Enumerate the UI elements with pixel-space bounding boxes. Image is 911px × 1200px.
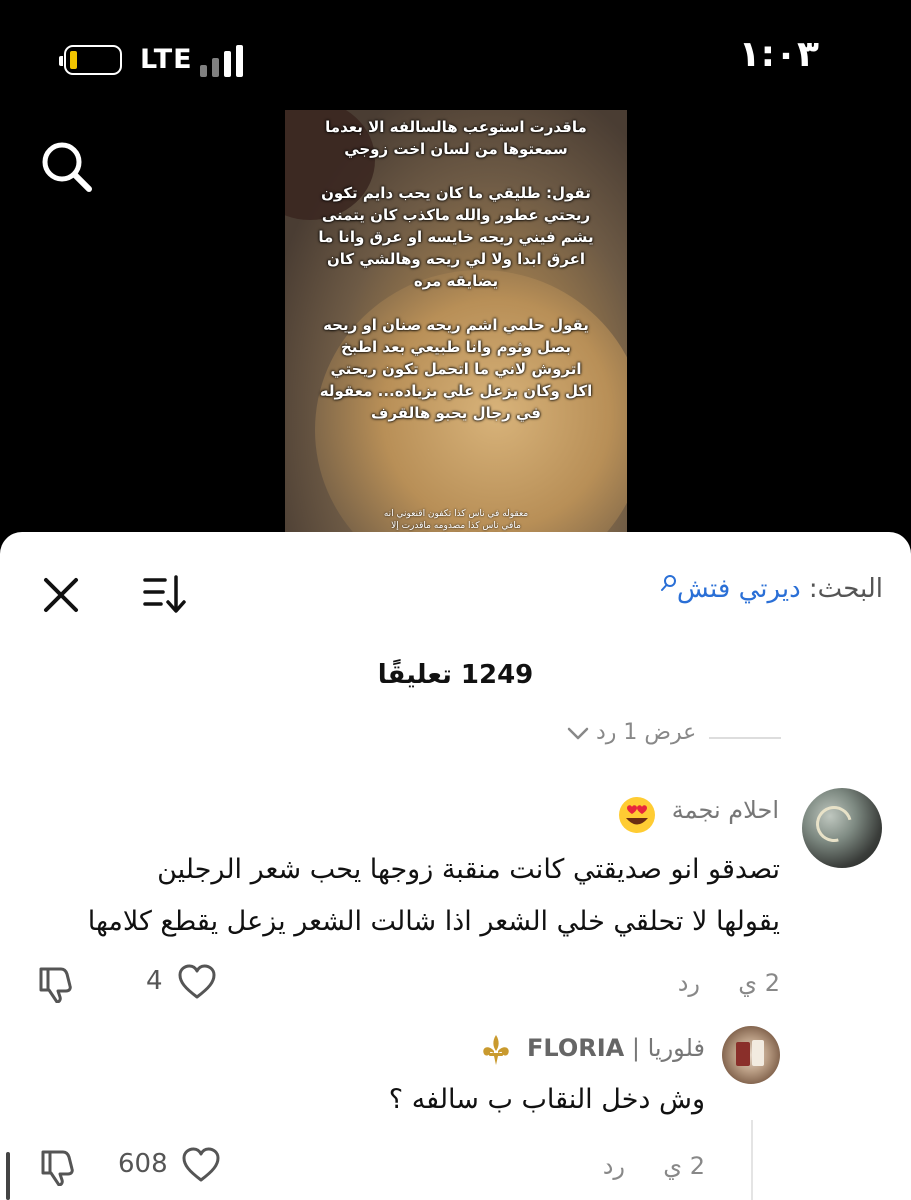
reply-button[interactable]: رد (603, 1152, 625, 1180)
clock: ١:٠٣ (738, 34, 819, 75)
view-replies-label: عرض 1 رد (596, 720, 697, 745)
like-button[interactable] (177, 963, 217, 1001)
sort-icon (143, 575, 186, 613)
heart-eyes-emoji-icon (619, 797, 655, 833)
author-separator: | (624, 1034, 648, 1062)
status-bar: LTE ١:٠٣ (0, 0, 911, 110)
divider (709, 737, 781, 739)
thumbs-down-icon (39, 967, 72, 1004)
thumbs-down-icon (41, 1150, 74, 1187)
comments-sheet: البحث: ديرتي فتش 1249 تعليقًا عرض 1 رد ا… (0, 532, 911, 1200)
like-count: 4 (146, 966, 163, 996)
video-preview[interactable]: ماقدرت استوعب هالسالفه الا بعدما سمعتوها… (285, 110, 627, 550)
search-label: البحث: (808, 574, 883, 604)
comment-text: تصدقو انو صديقتي كانت منقبة زوجها يحب شع… (20, 844, 780, 948)
like-count: 608 (118, 1149, 168, 1179)
author-name: فلوريا (647, 1034, 705, 1062)
video-overlay-text: ماقدرت استوعب هالسالفه الا بعدما سمعتوها… (318, 118, 594, 422)
chevron-down-icon (567, 727, 589, 740)
heart-icon (178, 964, 216, 999)
scroll-indicator (6, 1152, 10, 1200)
search-query[interactable]: البحث: ديرتي فتش (660, 574, 883, 604)
comment-author[interactable]: فلوريا | FLORIA (527, 1034, 705, 1062)
dislike-button[interactable] (39, 1146, 79, 1187)
comment-age: 2 ي (738, 969, 780, 997)
heart-icon (182, 1147, 220, 1182)
comment-line: يقولها لا تحلقي خلي الشعر اذا شالت الشعر… (87, 906, 780, 937)
battery-icon (59, 45, 122, 75)
comment-age: 2 ي (663, 1152, 705, 1180)
search-icon (660, 575, 676, 591)
comment-count: 1249 تعليقًا (377, 660, 534, 690)
avatar[interactable] (722, 1026, 780, 1084)
close-icon (44, 578, 78, 612)
search-term[interactable]: ديرتي فتش (677, 574, 801, 604)
like-button[interactable] (181, 1146, 221, 1184)
avatar[interactable] (802, 788, 882, 868)
view-replies-button[interactable]: عرض 1 رد (566, 720, 781, 750)
search-button[interactable] (38, 138, 94, 194)
network-type: LTE (140, 44, 193, 75)
fleur-de-lis-icon (483, 1035, 509, 1065)
comment-author[interactable]: احلام نجمة (672, 796, 779, 824)
comment-text: وش دخل النقاب ب سالفه ؟ (388, 1084, 705, 1115)
dislike-button[interactable] (37, 963, 77, 1004)
close-button[interactable] (42, 576, 80, 614)
reply-thread-line (751, 1120, 753, 1200)
signal-strength-icon (200, 45, 246, 77)
author-brand: FLORIA (527, 1034, 625, 1062)
reply-button[interactable]: رد (678, 969, 700, 997)
comment-line: تصدقو انو صديقتي كانت منقبة زوجها يحب شع… (157, 854, 780, 885)
sort-button[interactable] (143, 574, 187, 614)
search-icon (42, 142, 92, 192)
